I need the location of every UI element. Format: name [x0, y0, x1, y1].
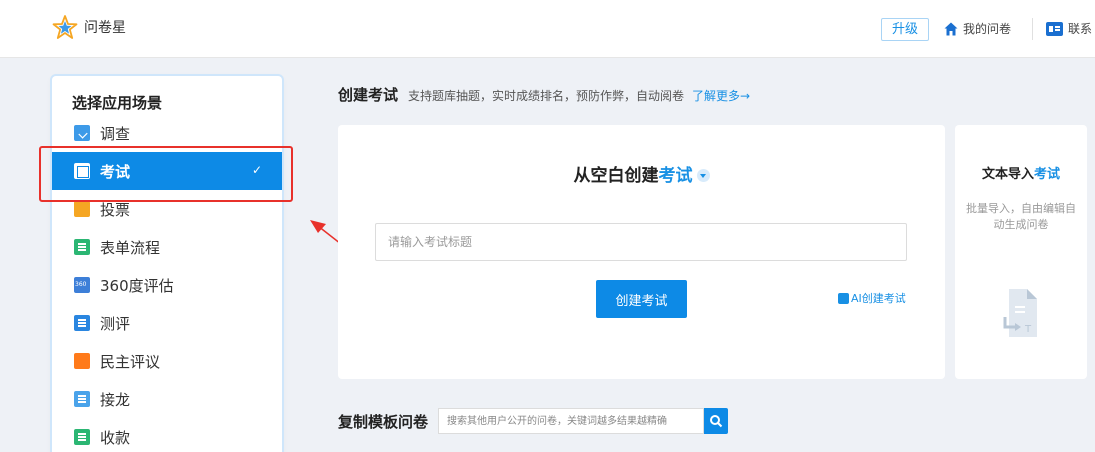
create-blank-title-prefix: 从空白创建 [573, 166, 659, 186]
contact-label: 联系 [1068, 22, 1093, 36]
copy-template-heading: 复制模板问卷 [338, 412, 429, 431]
scene-panel-title: 选择应用场景 [72, 94, 163, 112]
highlight-box [39, 146, 293, 202]
relay-icon [74, 391, 90, 407]
create-exam-heading: 创建考试 [338, 86, 399, 104]
ai-icon [838, 292, 849, 304]
logo[interactable]: 问卷星 [52, 14, 126, 40]
copy-template-row: 复制模板问卷 [338, 408, 729, 434]
home-icon [944, 22, 958, 35]
360-icon [74, 277, 90, 293]
text-import-title-prefix: 文本导入 [981, 167, 1034, 182]
learn-more-link[interactable]: 了解更多→ [692, 87, 750, 104]
create-blank-title-type: 考试 [658, 166, 693, 186]
scene-item-democratic-review[interactable]: 民主评议 [52, 342, 282, 380]
scene-item-assessment[interactable]: 测评 [52, 304, 282, 342]
text-import-title: 文本导入考试 [955, 163, 1087, 182]
form-flow-icon [74, 239, 90, 255]
svg-text:T: T [1024, 324, 1032, 335]
create-exam-button[interactable]: 创建考试 [596, 280, 687, 318]
scene-item-form-flow[interactable]: 表单流程 [52, 228, 282, 266]
text-import-title-type: 考试 [1034, 167, 1061, 182]
top-bar: 问卷星 升级 我的问卷 联系 [0, 0, 1095, 58]
scene-item-label: 接龙 [100, 390, 131, 409]
exam-title-input[interactable] [375, 223, 907, 261]
create-blank-card: 从空白创建考试 创建考试 AI创建考试 [338, 125, 945, 379]
text-import-card[interactable]: 文本导入考试 批量导入，自由编辑自动生成问卷 T [955, 125, 1087, 379]
nav-divider [1032, 18, 1033, 40]
scene-item-label: 表单流程 [100, 238, 161, 257]
create-exam-header: 创建考试 支持题库抽题，实时成绩排名，预防作弊，自动阅卷 了解更多→ [338, 84, 750, 105]
scene-panel: 选择应用场景 调查 考试 ✓ 投票 表单流程 360度评估 测评 民主评议 接龙… [52, 76, 282, 452]
ai-create-link[interactable]: AI创建考试 [838, 290, 906, 306]
star-logo-icon [52, 15, 78, 39]
scene-item-label: 收款 [100, 428, 131, 447]
scene-item-label: 民主评议 [100, 352, 161, 371]
search-icon [710, 415, 723, 428]
create-exam-description: 支持题库抽题，实时成绩排名，预防作弊，自动阅卷 [408, 89, 685, 103]
document-import-icon: T [1003, 289, 1037, 337]
scene-item-relay[interactable]: 接龙 [52, 380, 282, 418]
payment-icon [74, 429, 90, 445]
chevron-down-icon[interactable] [696, 169, 710, 182]
scene-item-label: 调查 [100, 124, 131, 143]
template-search-button[interactable] [704, 408, 729, 434]
my-questionnaires-link[interactable]: 我的问卷 [944, 20, 1011, 37]
scene-item-label: 360度评估 [100, 276, 174, 295]
contact-link[interactable]: 联系 [1046, 20, 1092, 37]
upgrade-button[interactable]: 升级 [881, 18, 929, 41]
text-import-description: 批量导入，自由编辑自动生成问卷 [966, 202, 1076, 231]
assessment-icon [74, 315, 90, 331]
survey-icon [74, 125, 90, 141]
create-blank-title[interactable]: 从空白创建考试 [338, 161, 945, 186]
scene-item-payment[interactable]: 收款 [52, 418, 282, 452]
logo-text: 问卷星 [84, 20, 126, 36]
contact-card-icon [1046, 21, 1063, 36]
ai-create-label: AI创建考试 [851, 292, 906, 305]
template-search-input[interactable] [438, 408, 705, 434]
scene-item-360[interactable]: 360度评估 [52, 266, 282, 304]
vote-icon [74, 201, 90, 217]
democratic-review-icon [74, 353, 90, 369]
my-questionnaires-label: 我的问卷 [963, 22, 1012, 36]
scene-item-label: 测评 [100, 314, 131, 333]
